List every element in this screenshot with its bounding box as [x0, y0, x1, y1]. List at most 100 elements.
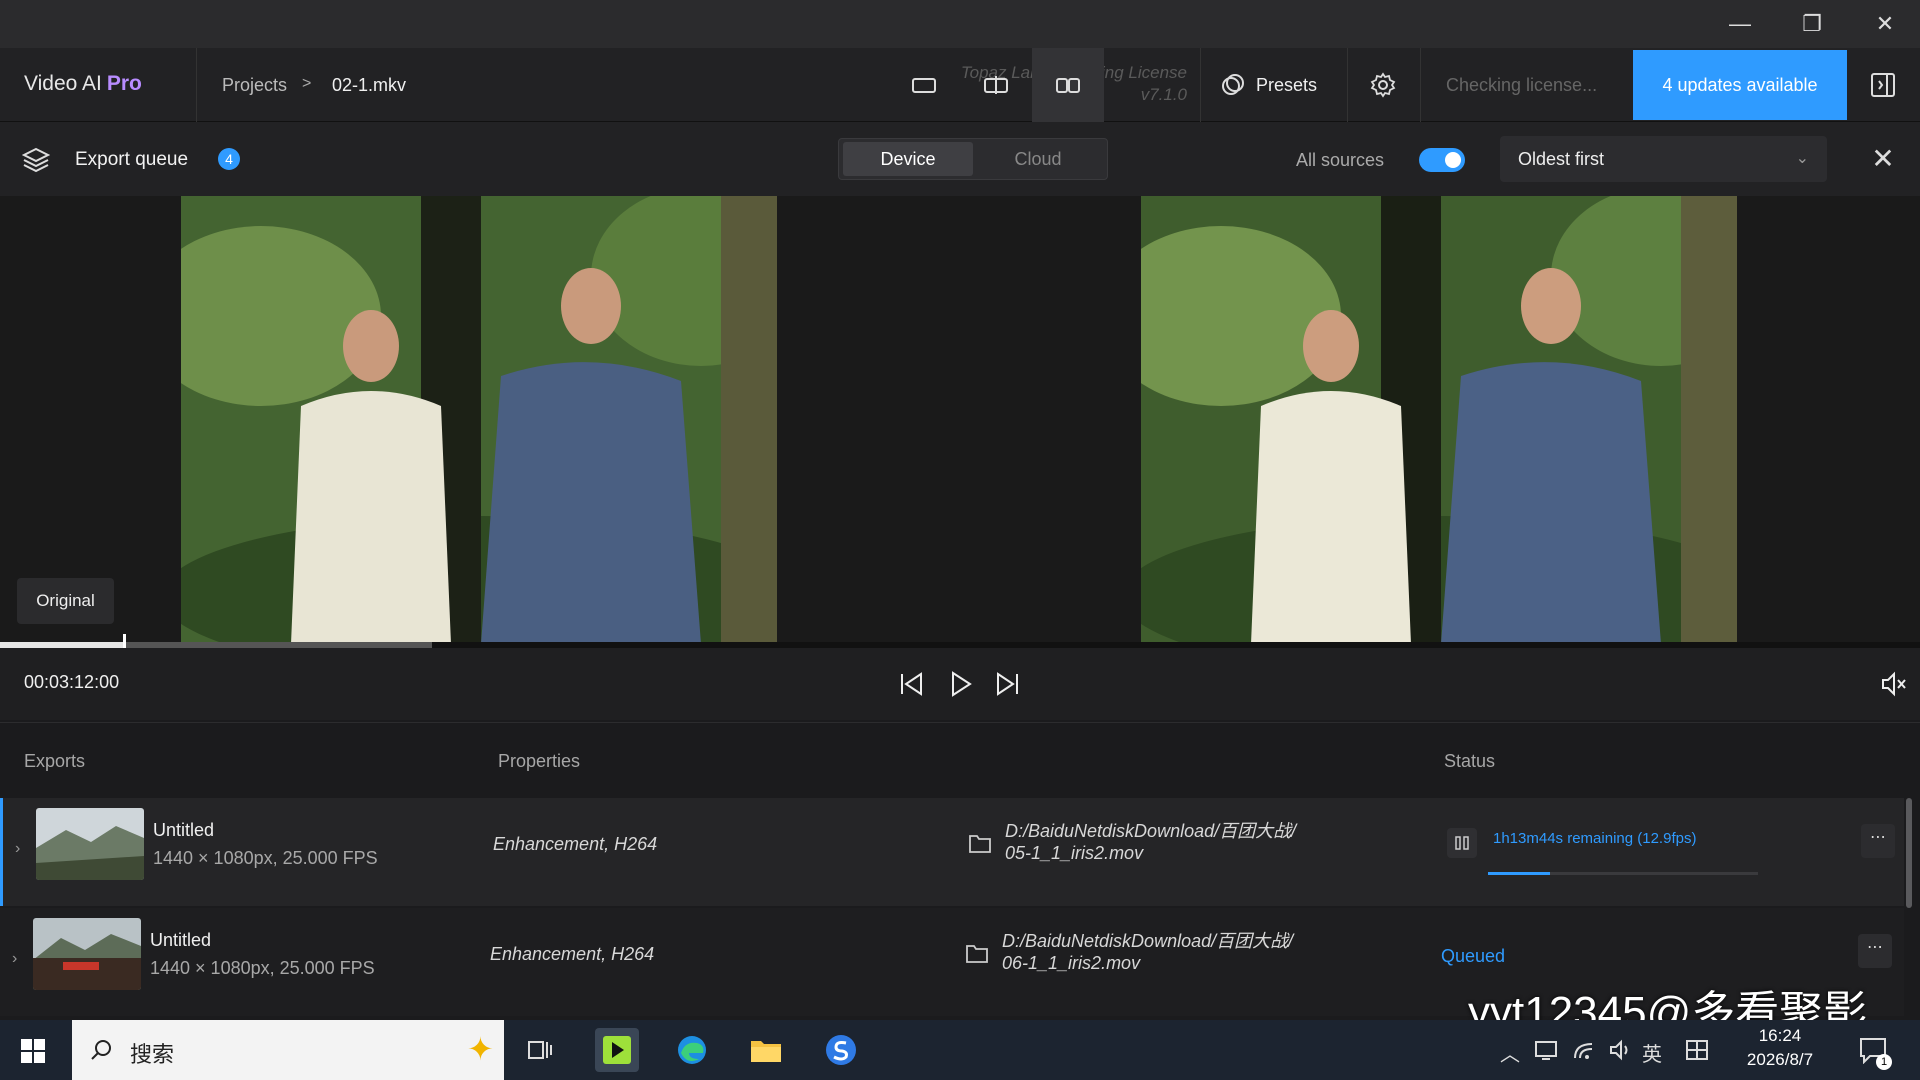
- column-exports: Exports: [24, 751, 86, 771]
- pause-icon[interactable]: [1447, 828, 1477, 858]
- tray-chevron-up-icon[interactable]: ︿: [1500, 1038, 1520, 1067]
- minimize-button[interactable]: —: [1705, 0, 1775, 48]
- license-status: Checking license...: [1446, 75, 1598, 95]
- presets-label: Presets: [1256, 74, 1318, 95]
- chevron-right-icon[interactable]: ›: [15, 840, 20, 858]
- layers-icon: [22, 147, 50, 173]
- original-label: Original: [17, 578, 114, 624]
- folder-icon[interactable]: [968, 832, 992, 854]
- timecode: 00:03:12:00: [24, 672, 120, 692]
- view-single-button[interactable]: [888, 48, 960, 122]
- export-path-dir: D:/BaiduNetdiskDownload/百团大战/: [1005, 821, 1297, 841]
- breadcrumb-projects[interactable]: Projects: [222, 75, 287, 96]
- settings-gear-icon[interactable]: [1370, 72, 1396, 98]
- export-thumbnail: [33, 918, 141, 990]
- export-path: D:/BaiduNetdiskDownload/百团大战/06-1_1_iris…: [1002, 930, 1332, 974]
- wifi-icon[interactable]: [1572, 1038, 1598, 1062]
- divider: [1420, 48, 1421, 122]
- export-progress-bar: [1488, 872, 1758, 875]
- split-view-icon: [984, 76, 1008, 94]
- breadcrumb-file: 02-1.mkv: [332, 75, 407, 95]
- chevron-down-icon: ⌄: [1795, 150, 1809, 167]
- updates-button[interactable]: 4 updates available: [1633, 50, 1847, 120]
- close-window-button[interactable]: ✕: [1850, 0, 1920, 48]
- search-icon: [91, 1040, 111, 1060]
- file-explorer-icon[interactable]: [744, 1028, 788, 1072]
- export-name: Untitled: [153, 820, 215, 840]
- network-status-icon[interactable]: [1534, 1038, 1560, 1062]
- taskbar-search[interactable]: 搜索 ✦: [72, 1020, 504, 1080]
- more-options-button[interactable]: ⋯: [1861, 824, 1895, 858]
- export-path-file: 05-1_1_iris2.mov: [1005, 843, 1144, 863]
- presets-button[interactable]: Presets: [1220, 68, 1317, 102]
- table-row[interactable]: › Untitled 1440 × 1080px, 25.000 FPS Enh…: [0, 798, 1904, 906]
- export-properties: Enhancement, H264: [490, 944, 655, 964]
- all-sources-label: All sources: [1296, 150, 1385, 170]
- play-icon[interactable]: [944, 668, 976, 700]
- clock-date: 2026/8/7: [1746, 1050, 1814, 1069]
- video-frame-image: [181, 196, 777, 644]
- sort-order-value: Oldest first: [1518, 149, 1605, 169]
- column-properties: Properties: [498, 751, 581, 771]
- all-sources-toggle[interactable]: [1419, 148, 1465, 172]
- queue-count-badge: 4: [218, 148, 240, 170]
- divider: [1347, 48, 1348, 122]
- clock-time: 16:24: [1758, 1026, 1802, 1045]
- presets-icon: [1222, 74, 1244, 95]
- app-edition: Pro: [106, 72, 142, 95]
- close-queue-button[interactable]: ✕: [1868, 144, 1898, 174]
- windows-taskbar: 搜索 ✦ ︿ 英 16:24 2026/8/7 1: [0, 1020, 1920, 1080]
- app-name: Video AI: [24, 72, 102, 95]
- single-view-icon: [912, 78, 936, 93]
- previous-frame-icon[interactable]: [895, 668, 927, 700]
- windows-start-icon[interactable]: [20, 1038, 46, 1064]
- sparkle-icon: ✦: [467, 1031, 494, 1067]
- task-view-icon[interactable]: [518, 1028, 562, 1072]
- more-options-button[interactable]: ⋯: [1858, 934, 1892, 968]
- chevron-right-icon[interactable]: ›: [12, 950, 17, 968]
- ime-mode-icon[interactable]: [1684, 1038, 1710, 1062]
- edge-browser-icon[interactable]: [670, 1028, 714, 1072]
- window-titlebar: — ❐ ✕: [0, 0, 1920, 48]
- export-name: Untitled: [150, 930, 212, 950]
- search-label: 搜索: [130, 1042, 175, 1067]
- tab-cloud[interactable]: Cloud: [973, 142, 1103, 176]
- divider: [1200, 48, 1201, 122]
- tab-device[interactable]: Device: [843, 142, 973, 176]
- original-frame: [181, 196, 777, 644]
- table-header: Exports Properties Status: [0, 722, 1920, 798]
- export-queue-title: Export queue: [75, 149, 189, 170]
- sogou-input-icon[interactable]: [819, 1028, 863, 1072]
- export-path-dir: D:/BaiduNetdiskDownload/百团大战/: [1002, 931, 1294, 951]
- next-frame-icon[interactable]: [992, 668, 1024, 700]
- app-header: Video AI Pro Projects > 02-1.mkv Topaz La…: [0, 48, 1920, 122]
- export-progress-fill: [1488, 872, 1551, 875]
- video-preview: Original: [0, 196, 1920, 644]
- volume-icon[interactable]: [1608, 1038, 1634, 1062]
- export-path-file: 06-1_1_iris2.mov: [1002, 953, 1141, 973]
- video-ai-taskbar-icon[interactable]: [595, 1028, 639, 1072]
- enhanced-frame: [1141, 196, 1737, 644]
- restore-button[interactable]: ❐: [1777, 0, 1847, 48]
- divider: [196, 48, 197, 122]
- export-meta: 1440 × 1080px, 25.000 FPS: [153, 848, 378, 868]
- export-path: D:/BaiduNetdiskDownload/百团大战/05-1_1_iris…: [1005, 820, 1335, 864]
- playback-controls: 00:03:12:00: [0, 648, 1920, 720]
- sort-order-select[interactable]: Oldest first ⌄: [1500, 136, 1827, 182]
- export-thumbnail: [36, 808, 144, 880]
- notification-count-badge: 1: [1876, 1054, 1892, 1070]
- column-status: Status: [1444, 751, 1496, 771]
- view-side-by-side-button[interactable]: [1032, 48, 1104, 122]
- folder-icon[interactable]: [965, 942, 989, 964]
- view-split-button[interactable]: [960, 48, 1032, 122]
- table-scrollbar[interactable]: [1906, 798, 1912, 908]
- ime-language-indicator[interactable]: 英: [1642, 1038, 1662, 1067]
- video-frame-image: [1141, 196, 1737, 644]
- export-queue-bar: Export queue 4 Device Cloud All sources …: [0, 122, 1920, 196]
- system-clock[interactable]: 16:24 2026/8/7: [1730, 1024, 1830, 1072]
- time-remaining: 1h13m44s remaining (12.9fps): [1493, 830, 1697, 847]
- mute-icon[interactable]: [1880, 670, 1908, 698]
- device-cloud-switch: Device Cloud: [838, 138, 1108, 180]
- panel-toggle-icon[interactable]: [1870, 72, 1896, 98]
- app-logo: Video AI Pro: [24, 72, 142, 96]
